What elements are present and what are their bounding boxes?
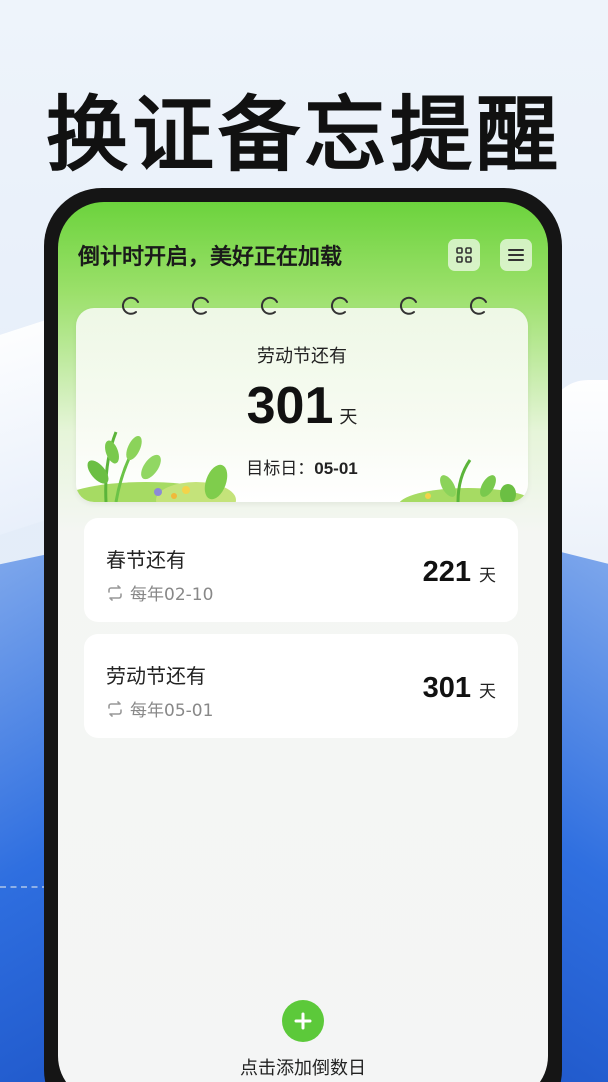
ring-icon: [400, 296, 418, 315]
hero-countdown-card[interactable]: 劳动节还有 301 天 目标日：05-01: [76, 308, 528, 502]
countdown-list: 春节还有 每年02-10 221 天 劳动节还有 每年05-01 301 天: [84, 518, 518, 750]
target-label: 目标日：: [246, 459, 315, 479]
repeat-icon: [108, 584, 122, 601]
decorative-dashed-line: [0, 886, 48, 888]
ring-icon: [469, 296, 487, 315]
promo-headline: 换证备忘提醒: [45, 88, 562, 183]
list-item[interactable]: 劳动节还有 每年05-01 301 天: [84, 634, 518, 738]
list-item[interactable]: 春节还有 每年02-10 221 天: [84, 518, 518, 622]
plus-icon: [294, 1012, 312, 1030]
hero-title: 劳动节还有: [257, 346, 347, 367]
repeat-icon: [108, 700, 122, 717]
hero-days-unit: 天: [339, 407, 358, 428]
item-repeat-text: 每年02-10: [130, 585, 214, 605]
item-title: 春节还有: [106, 548, 186, 572]
ring-icon: [191, 296, 209, 315]
calendar-rings: [120, 294, 490, 324]
item-repeat-text: 每年05-01: [130, 701, 214, 721]
hero-days-count: 301: [246, 377, 334, 435]
add-button-label[interactable]: 点击添加倒数日: [58, 1054, 548, 1080]
item-title: 劳动节还有: [106, 664, 206, 688]
ring-icon: [121, 296, 139, 315]
menu-icon[interactable]: [500, 239, 532, 271]
app-slogan: 倒计时开启，美好正在加载: [78, 245, 343, 270]
item-days-unit: 天: [479, 682, 496, 702]
app-screen: 倒计时开启，美好正在加载 劳动节还有 301 天 目标日：05-01 春节还有 …: [58, 202, 548, 1082]
ring-icon: [330, 296, 348, 315]
item-days-unit: 天: [479, 566, 496, 586]
add-button[interactable]: [282, 1000, 324, 1042]
item-days-count: 221: [422, 556, 471, 588]
item-days-count: 301: [422, 672, 471, 704]
ring-icon: [261, 296, 279, 315]
hero-target-date: 目标日：05-01: [76, 454, 528, 479]
target-date-value: 05-01: [314, 459, 358, 478]
top-bar: 倒计时开启，美好正在加载: [78, 238, 532, 272]
grid-icon[interactable]: [448, 239, 480, 271]
add-countdown-area: 点击添加倒数日: [58, 1000, 548, 1080]
